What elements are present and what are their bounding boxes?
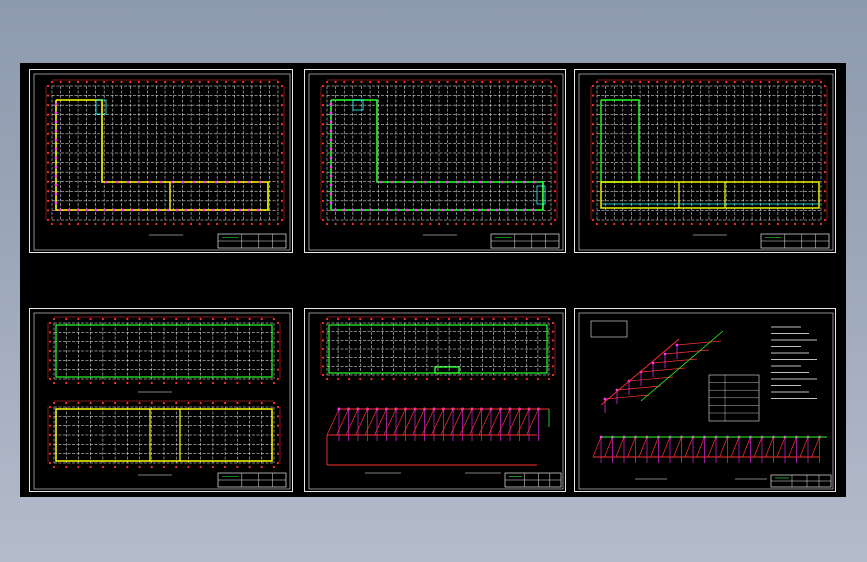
- sheet-2-drawing: [308, 73, 564, 251]
- drawing-sheet-3[interactable]: [574, 69, 836, 253]
- drawing-sheet-5[interactable]: [304, 308, 566, 492]
- sheet-5-drawing: [308, 312, 564, 490]
- drawing-sheet-4[interactable]: [29, 308, 293, 492]
- sheet-4-drawing: [33, 312, 291, 490]
- cad-drawing-canvas[interactable]: [20, 63, 846, 497]
- sheet-3-drawing: [578, 73, 834, 251]
- drawing-sheet-2[interactable]: [304, 69, 566, 253]
- drawing-sheet-1[interactable]: [29, 69, 293, 253]
- sheet-6-drawing: [578, 312, 834, 490]
- drawing-sheet-6[interactable]: [574, 308, 836, 492]
- sheet-1-drawing: [33, 73, 291, 251]
